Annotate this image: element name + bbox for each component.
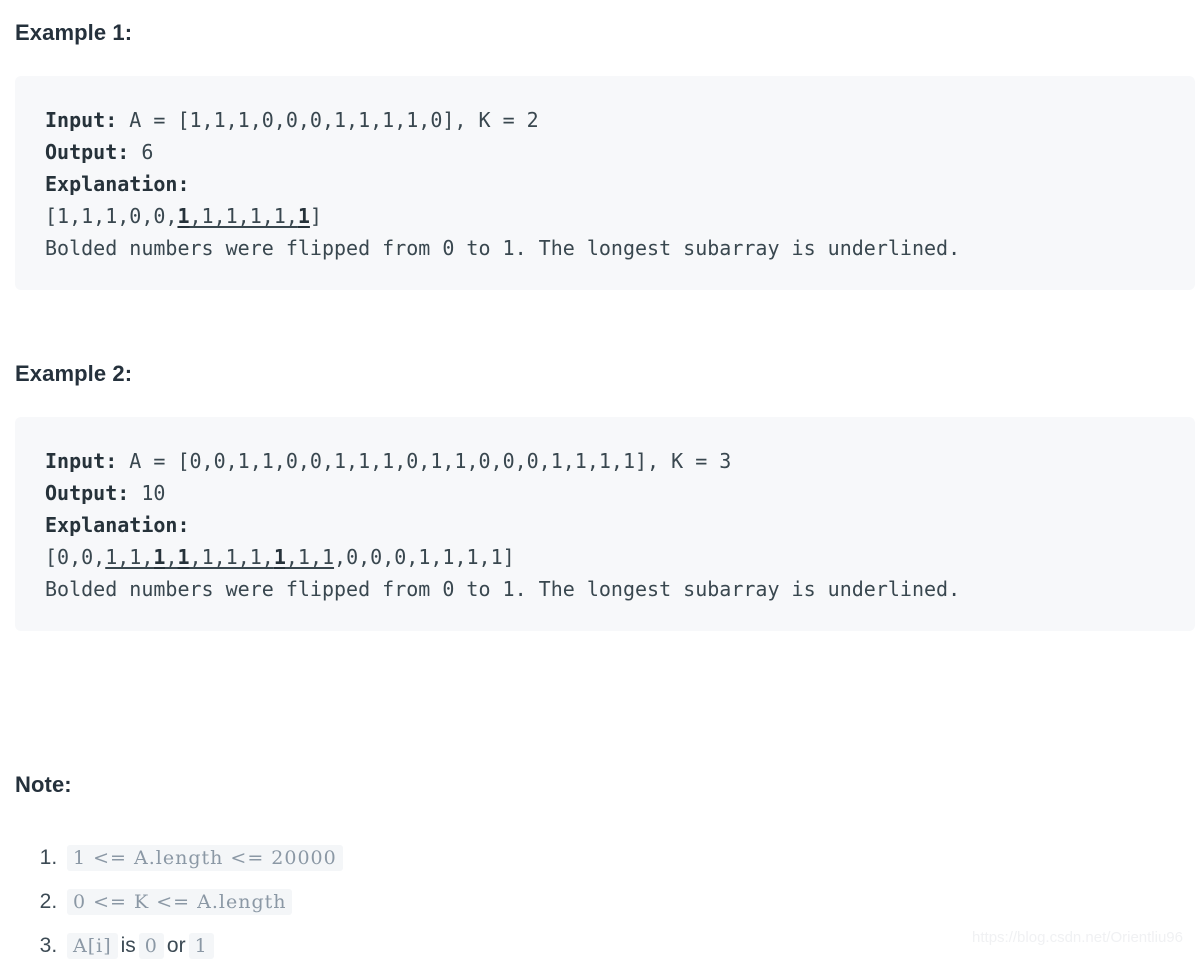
note-list: 1 <= A.length <= 20000 0 <= K <= A.lengt… (15, 836, 343, 968)
array-bold-flipped-2: 1 (297, 204, 310, 228)
array-underlined-2: ,1,1,1, (189, 545, 274, 569)
array-underlined-mid: ,1,1,1,1, (189, 204, 298, 228)
code-line-input: Input: A = [1,1,1,0,0,0,1,1,1,1,0], K = … (45, 104, 1195, 136)
array-bold-flipped-1: 1 (177, 204, 190, 228)
output-value: 10 (129, 481, 166, 505)
array-bold-flipped-1: 1 (153, 545, 166, 569)
output-label: Output: (45, 481, 130, 505)
input-value: A = [0,0,1,1,0,0,1,1,1,0,1,1,0,0,0,1,1,1… (117, 449, 732, 473)
heading-example-2: Example 2: (15, 361, 133, 386)
array-prefix: [1,1,1,0,0, (45, 204, 178, 228)
note-word-is: is (120, 934, 136, 957)
array-bold-flipped-3: 1 (273, 545, 286, 569)
watermark: https://blog.csdn.net/Orientliu96 (972, 929, 1183, 946)
output-label: Output: (45, 140, 130, 164)
code-line-output: Output: 6 (45, 136, 1195, 168)
array-suffix: ] (309, 204, 322, 228)
code-block-example-1: Input: A = [1,1,1,0,0,0,1,1,1,1,0], K = … (15, 76, 1195, 290)
list-item: 1 <= A.length <= 20000 (63, 836, 343, 880)
heading-example-1: Example 1: (15, 20, 133, 45)
heading-note: Note: (15, 772, 72, 797)
array-underlined-3: ,1,1 (285, 545, 335, 569)
explanation-label: Explanation: (45, 172, 190, 196)
code-block-example-2: Input: A = [0,0,1,1,0,0,1,1,1,0,1,1,0,0,… (15, 417, 1195, 631)
list-item: A[i]is0or1 (63, 924, 343, 968)
array-separator-1: , (165, 545, 178, 569)
note-code-one: 1 (188, 933, 214, 959)
note-code-k-constraint: 0 <= K <= A.length (67, 889, 293, 915)
explanation-label: Explanation: (45, 513, 190, 537)
code-line-input: Input: A = [0,0,1,1,0,0,1,1,1,0,1,1,0,0,… (45, 445, 1195, 477)
code-line-note: Bolded numbers were flipped from 0 to 1.… (45, 236, 961, 260)
page-root: Example 1: Input: A = [1,1,1,0,0,0,1,1,1… (0, 0, 1195, 960)
array-bold-flipped-2: 1 (177, 545, 190, 569)
code-line-explanation-array: [1,1,1,0,0,1,1,1,1,1,1] (45, 200, 1195, 232)
code-line-output: Output: 10 (45, 477, 1195, 509)
note-code-length-constraint: 1 <= A.length <= 20000 (67, 845, 343, 871)
input-value: A = [1,1,1,0,0,0,1,1,1,1,0], K = 2 (117, 108, 539, 132)
code-line-explanation-label: Explanation: (45, 168, 1195, 200)
note-code-zero: 0 (138, 933, 164, 959)
input-label: Input: (45, 449, 118, 473)
code-line-explanation-label: Explanation: (45, 509, 1195, 541)
output-value: 6 (129, 140, 154, 164)
input-label: Input: (45, 108, 118, 132)
array-underlined-1: 1,1, (105, 545, 154, 569)
note-code-element: A[i] (67, 933, 118, 959)
list-item: 0 <= K <= A.length (63, 880, 343, 924)
code-line-note: Bolded numbers were flipped from 0 to 1.… (45, 577, 961, 601)
array-prefix: [0,0, (45, 545, 106, 569)
note-word-or: or (166, 934, 186, 957)
code-line-explanation-array: [0,0,1,1,1,1,1,1,1,1,1,1,0,0,0,1,1,1,1] (45, 541, 1195, 573)
array-suffix: ,0,0,0,1,1,1,1] (334, 545, 515, 569)
